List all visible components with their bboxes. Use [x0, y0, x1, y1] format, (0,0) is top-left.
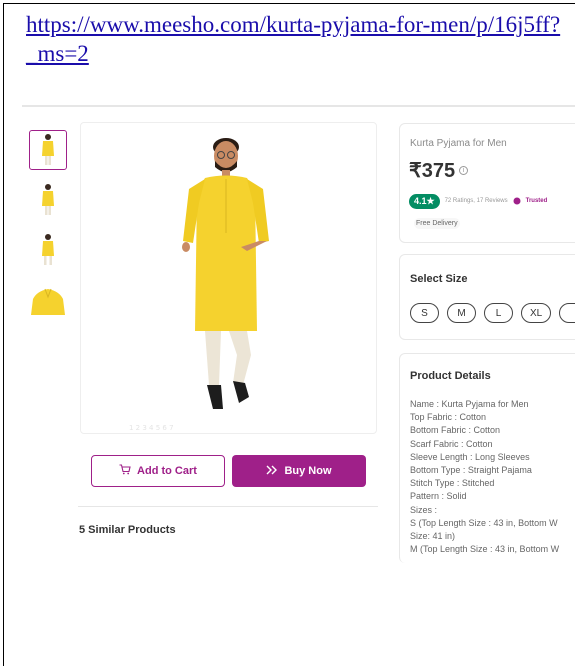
- detail-line: Size: 41 in): [410, 531, 456, 542]
- product-summary-card: Kurta Pyjama for Men ₹375 i 4.1★ 72 Rati…: [399, 123, 575, 243]
- detail-line: S (Top Length Size : 43 in, Bottom W: [410, 517, 558, 528]
- product-price: ₹375 i: [409, 158, 469, 183]
- double-chevron-right-icon: [266, 465, 278, 478]
- detail-line: Bottom Type : Straight Pajama: [410, 465, 532, 476]
- similar-products-label[interactable]: 5 Similar Products: [79, 524, 176, 536]
- product-details-card: Product Details Name : Kurta Pyjama for …: [399, 353, 575, 563]
- rating-row: 4.1★ 72 Ratings, 17 Reviews Trusted: [409, 192, 547, 210]
- select-size-heading: Select Size: [410, 273, 468, 285]
- thumbnail-3[interactable]: [29, 230, 67, 270]
- product-details-list: Name : Kurta Pyjama for Men Top Fabric :…: [410, 398, 575, 556]
- product-title: Kurta Pyjama for Men: [410, 138, 507, 149]
- product-details-heading: Product Details: [410, 370, 491, 382]
- size-option-l[interactable]: L: [484, 303, 513, 323]
- cart-icon: [119, 464, 131, 478]
- size-option-m[interactable]: M: [447, 303, 476, 323]
- thumbnail-4[interactable]: [29, 280, 67, 320]
- add-to-cart-button[interactable]: Add to Cart: [91, 455, 225, 487]
- info-icon[interactable]: i: [459, 166, 469, 175]
- free-delivery-badge: Free Delivery: [414, 218, 460, 229]
- page-frame: https://www.meesho.com/kurta-pyjama-for-…: [3, 3, 575, 666]
- rating-badge: 4.1★: [409, 193, 440, 209]
- buy-now-label: Buy Now: [284, 465, 332, 477]
- size-option-more[interactable]: [559, 303, 575, 323]
- detail-line: Bottom Fabric : Cotton: [410, 425, 501, 436]
- detail-line: Scarf Fabric : Cotton: [410, 438, 493, 449]
- trusted-icon: [513, 192, 521, 210]
- detail-line: Name : Kurta Pyjama for Men: [410, 399, 529, 409]
- trusted-badge: Trusted: [525, 198, 548, 204]
- thumbnail-list: [29, 130, 69, 330]
- detail-line: Top Fabric : Cotton: [410, 412, 487, 423]
- detail-line: Stitch Type : Stitched: [410, 478, 495, 489]
- thumbnail-2[interactable]: [29, 180, 67, 220]
- detail-line: M (Top Length Size : 43 in, Bottom W: [410, 544, 560, 555]
- section-divider: [78, 506, 378, 507]
- detail-line: Sleeve Length : Long Sleeves: [410, 451, 530, 462]
- buy-now-button[interactable]: Buy Now: [232, 455, 366, 487]
- add-to-cart-label: Add to Cart: [137, 465, 197, 477]
- size-option-xl[interactable]: XL: [521, 303, 552, 323]
- header-divider: [22, 105, 575, 107]
- thumbnail-1[interactable]: [29, 130, 67, 170]
- model-in-kurta-illustration: 1 2 3 4 5 6 7: [129, 138, 269, 432]
- size-options: S M L XL: [410, 303, 575, 323]
- product-main-image[interactable]: 1 2 3 4 5 6 7: [80, 122, 377, 434]
- svg-text:1 2 3 4 5 6 7: 1 2 3 4 5 6 7: [129, 424, 174, 432]
- price-value: ₹375: [409, 160, 456, 182]
- ratings-reviews-count: 72 Ratings, 17 Reviews: [444, 198, 508, 204]
- size-option-s[interactable]: S: [410, 303, 439, 323]
- detail-line: Pattern : Solid: [410, 491, 467, 502]
- detail-line: Sizes :: [410, 504, 438, 515]
- page-url-link[interactable]: https://www.meesho.com/kurta-pyjama-for-…: [26, 10, 566, 68]
- select-size-card: Select Size S M L XL: [399, 254, 575, 340]
